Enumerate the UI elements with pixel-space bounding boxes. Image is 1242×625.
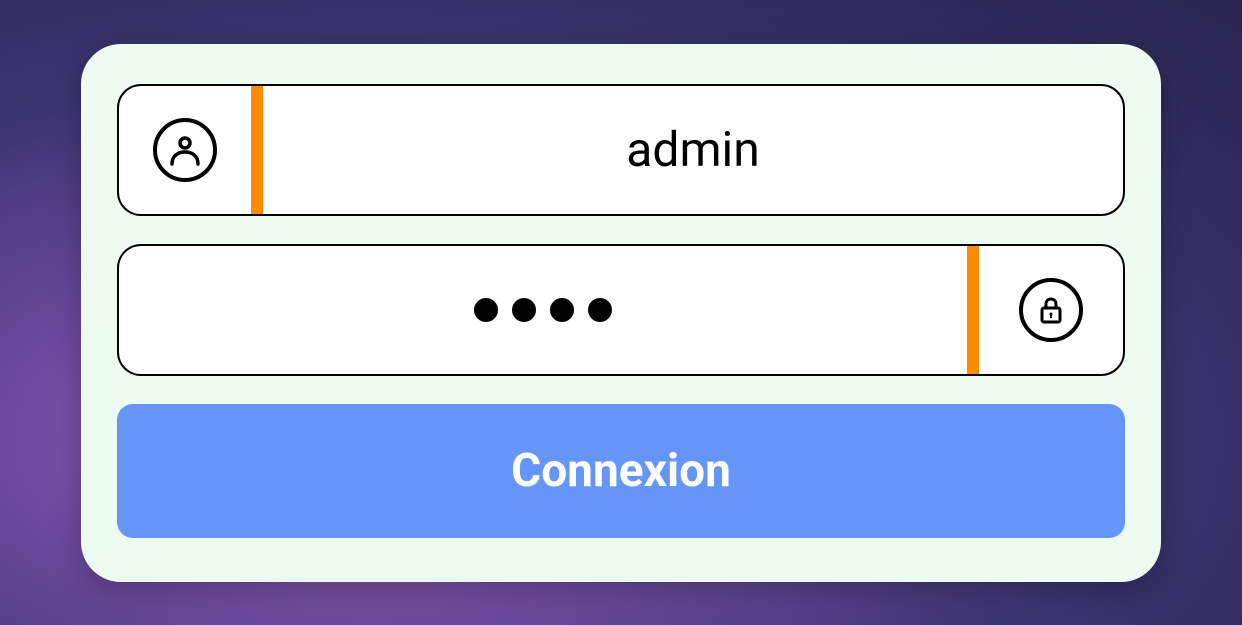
password-dot [550, 298, 574, 322]
username-field-row [117, 84, 1125, 216]
user-icon [153, 118, 217, 182]
login-card: Connexion [81, 44, 1161, 582]
user-icon-slot [119, 118, 251, 182]
field-divider [251, 86, 263, 214]
lock-icon [1019, 278, 1083, 342]
password-field-row [117, 244, 1125, 376]
lock-icon-slot [979, 278, 1123, 342]
login-button[interactable]: Connexion [117, 404, 1125, 538]
field-divider [967, 246, 979, 374]
username-input[interactable] [263, 86, 1123, 214]
password-dot [512, 298, 536, 322]
password-input[interactable] [119, 246, 967, 374]
password-dot [474, 298, 498, 322]
password-dot [588, 298, 612, 322]
